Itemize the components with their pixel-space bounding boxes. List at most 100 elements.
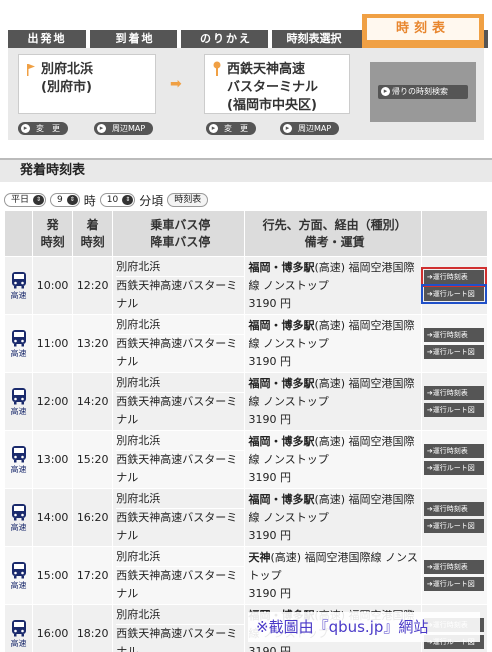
tab-timetable-select[interactable]: 時刻表選択 <box>272 30 356 48</box>
day-type-select[interactable]: 平日 ⇕ <box>4 193 47 207</box>
route-map-button[interactable]: ➔運行ルート図 <box>423 345 484 359</box>
bus-type-cell: 高速 <box>3 488 34 547</box>
tab-timetable[interactable]: 時刻表 <box>362 14 484 48</box>
return-search-label: 帰りの時刻検索 <box>392 87 448 96</box>
departure-time: 13:00 <box>32 430 74 489</box>
operation-timetable-label: 運行時刻表 <box>432 563 468 571</box>
destination-cell: 福岡・博多駅(高速) 福岡空港国際線 ノンストップ3190 円 <box>244 256 422 315</box>
alighting-stop: 西鉄天神高速バスターミナル <box>116 337 238 368</box>
route-map-button[interactable]: ➔運行ルート図 <box>423 519 484 533</box>
bus-icon <box>11 329 26 346</box>
minute-value: 10 <box>106 195 119 205</box>
stops-cell: 別府北浜 西鉄天神高速バスターミナル <box>112 256 246 315</box>
watermark: ※截圖由『qbus.jp』網站 <box>248 612 480 642</box>
bus-icon <box>11 561 26 578</box>
tab-transfer[interactable]: のりかえ <box>184 30 268 48</box>
bus-icon <box>11 271 26 288</box>
alighting-stop: 西鉄天神高速バスターミナル <box>116 627 238 652</box>
bus-icon <box>11 445 26 462</box>
fare: 3190 円 <box>248 296 291 310</box>
alighting-stop: 西鉄天神高速バスターミナル <box>116 453 238 484</box>
stops-cell: 別府北浜 西鉄天神高速バスターミナル <box>112 488 246 547</box>
stops-cell: 別府北浜西鉄天神高速バスターミナル <box>112 604 246 652</box>
destination-map-button[interactable]: ▸ 周辺MAP <box>280 122 340 135</box>
origin-change-button[interactable]: ▸ 変 更 <box>18 122 68 135</box>
arrival-time: 12:20 <box>72 256 114 315</box>
destination-stop-city: (福岡市中央区) <box>227 98 317 113</box>
bus-type-label: 高速 <box>10 406 27 416</box>
operation-timetable-button[interactable]: ➔運行時刻表 <box>423 560 484 574</box>
minute-select[interactable]: 10 ⇕ <box>99 193 136 207</box>
return-search-button[interactable]: ▸ 帰りの時刻検索 <box>378 85 468 99</box>
route-map-button[interactable]: ➔運行ルート図 <box>423 577 484 591</box>
destination-stop-box: 西鉄天神高速 バスターミナル (福岡市中央区) <box>204 54 350 114</box>
bus-icon <box>11 387 26 404</box>
table-row: 高速 10:00 12:20 別府北浜 西鉄天神高速バスターミナル 福岡・博多駅(高速) … <box>3 256 489 315</box>
bus-type-label: 高速 <box>10 290 27 300</box>
bus-type-label: 高速 <box>10 638 27 648</box>
time-controls: 平日 ⇕ 9 ⇕ 時 10 ⇕ 分頃 時刻表 <box>4 192 209 208</box>
bus-type-label: 高速 <box>10 464 27 474</box>
operation-timetable-label: 運行時刻表 <box>432 331 468 339</box>
origin-stop-name: 別府北浜 <box>41 62 94 77</box>
boarding-stop: 別府北浜 <box>116 606 245 625</box>
header-destination: 行先、方面、経由（種別） 備考・運賃 <box>244 210 422 257</box>
table-row: 高速 12:00 14:20 別府北浜 西鉄天神高速バスターミナル 福岡・博多駅(高速) … <box>3 372 489 431</box>
arrival-time: 14:20 <box>72 372 114 431</box>
arrow-right-icon: ▸ <box>283 124 292 133</box>
bus-type-cell: 高速 <box>3 314 34 373</box>
operation-timetable-button[interactable]: ➔運行時刻表 <box>420 267 487 287</box>
hour-suffix: 時 <box>83 193 96 208</box>
destination-name: 福岡・博多駅 <box>248 318 315 332</box>
route-map-button[interactable]: ➔運行ルート図 <box>423 403 484 417</box>
table-row: 高速 11:00 13:20 別府北浜 西鉄天神高速バスターミナル 福岡・博多駅(高速) … <box>3 314 489 373</box>
route-map-label: 運行ルート図 <box>432 348 475 356</box>
table-header-row: 発 時刻 着 時刻 乗車バス停 降車バス停 行先、方面、経由（種別） 備考・運賃 <box>3 210 489 257</box>
fare: 3190 円 <box>248 412 291 426</box>
route-map-label: 運行ルート図 <box>432 406 475 414</box>
bus-type-cell: 高速 <box>3 546 34 605</box>
stepper-icon: ⇕ <box>122 195 134 205</box>
route-map-button[interactable]: ➔運行ルート図 <box>423 461 484 475</box>
arrival-time: 16:20 <box>72 488 114 547</box>
arrival-time: 15:20 <box>72 430 114 489</box>
arrival-time: 13:20 <box>72 314 114 373</box>
tab-separator <box>177 30 181 48</box>
timetable-body: 高速 10:00 12:20 別府北浜 西鉄天神高速バスターミナル 福岡・博多駅(高速) … <box>3 256 489 652</box>
operation-timetable-button[interactable]: ➔運行時刻表 <box>423 502 484 516</box>
bus-icon <box>11 503 26 520</box>
action-buttons-cell: ➔運行時刻表 ➔運行ルート図 <box>420 314 489 373</box>
operation-timetable-button[interactable]: ➔運行時刻表 <box>423 328 484 342</box>
tab-departure[interactable]: 出発地 <box>8 30 86 48</box>
destination-stop-name-1: 西鉄天神高速 <box>227 62 306 77</box>
minute-suffix: 分頃 <box>139 193 164 208</box>
boarding-stop: 別府北浜 <box>116 490 245 509</box>
timetable-button[interactable]: 時刻表 <box>167 193 209 207</box>
operation-timetable-button[interactable]: ➔運行時刻表 <box>423 386 484 400</box>
destination-name: 天神 <box>248 550 271 564</box>
header-destination-line2: 備考・運賃 <box>304 234 365 249</box>
operation-timetable-button[interactable]: ➔運行時刻表 <box>423 444 484 458</box>
operation-timetable-label: 運行時刻表 <box>432 505 468 513</box>
bus-type-label: 高速 <box>10 522 27 532</box>
tab-arrival[interactable]: 到着地 <box>93 30 177 48</box>
bus-stop-icon <box>213 61 221 76</box>
header-stops: 乗車バス停 降車バス停 <box>112 210 246 257</box>
header-departure-line2: 時刻 <box>40 234 65 249</box>
destination-change-button[interactable]: ▸ 変 更 <box>206 122 256 135</box>
hour-select[interactable]: 9 ⇕ <box>50 193 80 207</box>
origin-map-button[interactable]: ▸ 周辺MAP <box>94 122 154 135</box>
action-buttons-cell: ➔運行時刻表 ➔運行ルート図 <box>420 488 489 547</box>
header-departure: 発 時刻 <box>32 210 74 257</box>
fare: 3190 円 <box>248 644 291 652</box>
route-map-label: 運行ルート図 <box>432 522 475 530</box>
route-panel: 別府北浜 (別府市) ➡ 西鉄天神高速 バスターミナル (福岡市中央区) ▸ 変… <box>8 48 484 140</box>
fare: 3190 円 <box>248 528 291 542</box>
route-map-button[interactable]: ➔運行ルート図 <box>420 284 487 304</box>
header-icon-col <box>3 210 34 257</box>
stops-cell: 別府北浜 西鉄天神高速バスターミナル <box>112 372 246 431</box>
destination-route: (高速) 福岡空港国際線 ノンストップ <box>248 550 418 582</box>
destination-change-label: 変 更 <box>224 124 248 133</box>
table-row: 高速 14:00 16:20 別府北浜 西鉄天神高速バスターミナル 福岡・博多駅(高速) … <box>3 488 489 547</box>
header-arrival-line1: 着 <box>86 217 99 232</box>
